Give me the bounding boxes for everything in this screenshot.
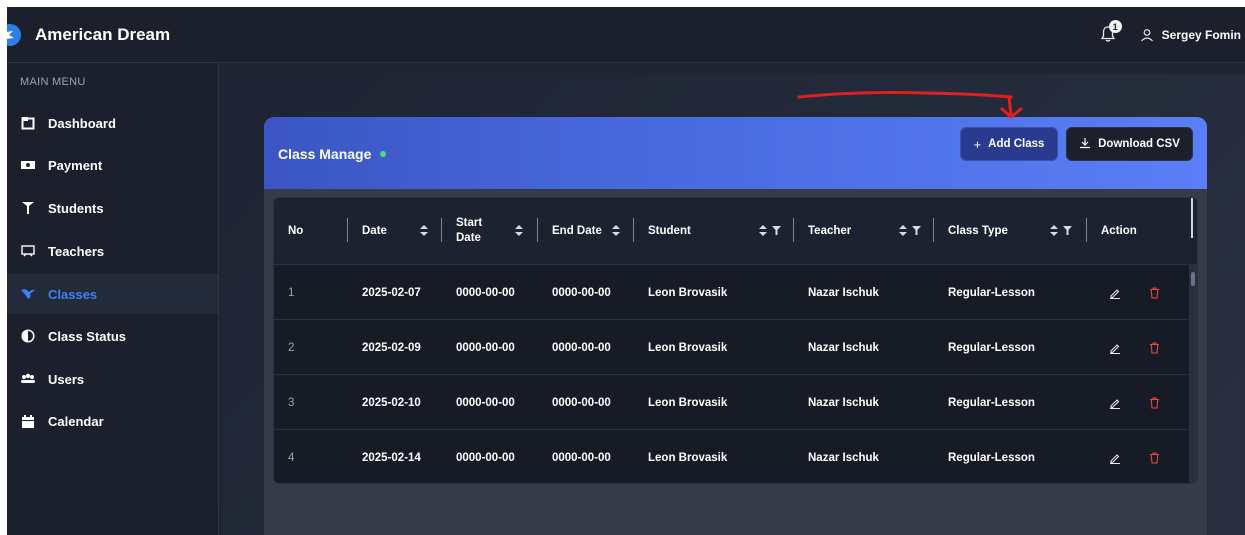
table-row[interactable]: 4 2025-02-14 0000-00-00 0000-00-00 Leon … — [274, 429, 1189, 483]
row-actions — [1087, 375, 1160, 430]
edit-icon[interactable] — [1109, 342, 1121, 354]
sidebar-item-label: Payment — [48, 157, 103, 173]
teachers-icon — [20, 243, 36, 259]
edit-icon[interactable] — [1109, 287, 1121, 299]
sidebar-item-label: Students — [48, 200, 104, 216]
class-table: No Date Start Date End Date Student Teac… — [273, 197, 1198, 484]
table-row[interactable]: 3 2025-02-10 0000-00-00 0000-00-00 Leon … — [274, 374, 1189, 429]
table-header: No Date Start Date End Date Student Teac… — [274, 198, 1197, 263]
sidebar-item-label: Teachers — [48, 243, 105, 259]
sidebar-item-label: Users — [48, 371, 85, 387]
notification-bell-icon[interactable]: 1 — [1100, 20, 1122, 45]
sort-icon[interactable] — [515, 225, 523, 236]
scrollbar-thumb[interactable] — [1191, 272, 1195, 286]
download-csv-button[interactable]: Download CSV — [1066, 127, 1193, 161]
class-manage-card: Class Manage + Add Class Download CSV No — [264, 117, 1207, 535]
sidebar-item-classes[interactable]: Classes — [7, 274, 218, 314]
sort-icon[interactable] — [420, 225, 428, 236]
annotation-arrow — [797, 91, 1023, 119]
delete-icon[interactable] — [1149, 451, 1160, 464]
column-header-teacher[interactable]: Teacher — [794, 198, 934, 263]
table-row[interactable]: 2 2025-02-09 0000-00-00 0000-00-00 Leon … — [274, 319, 1189, 374]
delete-icon[interactable] — [1149, 341, 1160, 354]
class-status-icon — [20, 328, 36, 344]
sort-filter-icons[interactable] — [759, 225, 781, 236]
filter-icon — [1063, 226, 1072, 235]
card-title: Class Manage — [278, 146, 387, 162]
sidebar-item-payment[interactable]: Payment — [7, 145, 218, 185]
payment-icon — [20, 157, 36, 173]
column-header-action: Action — [1101, 224, 1137, 237]
filter-icon — [772, 226, 781, 235]
column-header-end-date[interactable]: End Date — [538, 198, 634, 263]
header-scroll-edge — [1191, 198, 1193, 238]
row-actions — [1087, 265, 1160, 320]
sidebar: MAIN MENU Dashboard Payment Students Tea… — [7, 63, 219, 535]
calendar-icon — [20, 413, 36, 429]
students-icon — [20, 200, 36, 216]
column-header-class-type[interactable]: Class Type — [934, 198, 1087, 263]
table-scrollbar[interactable] — [1189, 264, 1197, 483]
sidebar-item-users[interactable]: Users — [7, 359, 218, 399]
dashboard-icon — [20, 115, 36, 131]
column-header-no[interactable]: No — [274, 198, 348, 263]
delete-icon[interactable] — [1149, 286, 1160, 299]
app-logo-icon — [7, 24, 21, 46]
classes-icon — [20, 286, 36, 302]
sidebar-item-label: Class Status — [48, 328, 127, 344]
sidebar-item-dashboard[interactable]: Dashboard — [7, 103, 218, 143]
sort-icon[interactable] — [612, 225, 620, 236]
sidebar-item-teachers[interactable]: Teachers — [7, 231, 218, 271]
sidebar-item-calendar[interactable]: Calendar — [7, 401, 218, 441]
delete-icon[interactable] — [1149, 396, 1160, 409]
user-name[interactable]: Sergey Fomin — [1162, 28, 1241, 42]
sidebar-item-class-status[interactable]: Class Status — [7, 316, 218, 356]
download-icon — [1079, 137, 1091, 152]
status-dot — [380, 151, 387, 157]
edit-icon[interactable] — [1109, 452, 1121, 464]
brand[interactable]: American Dream — [7, 7, 170, 63]
edit-icon[interactable] — [1109, 397, 1121, 409]
app-title: American Dream — [35, 25, 171, 44]
sidebar-item-label: Classes — [48, 286, 98, 302]
column-header-date[interactable]: Date — [348, 198, 442, 263]
add-class-button[interactable]: + Add Class — [960, 127, 1058, 161]
sidebar-item-students[interactable]: Students — [7, 188, 218, 228]
notification-badge: 1 — [1108, 20, 1122, 33]
plus-icon: + — [973, 136, 982, 152]
sidebar-item-label: Calendar — [48, 413, 104, 429]
column-header-student[interactable]: Student — [634, 198, 794, 263]
menu-caption: MAIN MENU — [20, 76, 86, 88]
users-icon — [20, 371, 36, 387]
sort-filter-icons[interactable] — [899, 225, 921, 236]
card-header: Class Manage + Add Class Download CSV — [264, 117, 1207, 189]
table-row[interactable]: 1 2025-02-07 0000-00-00 0000-00-00 Leon … — [274, 264, 1189, 319]
sort-filter-icons[interactable] — [1050, 225, 1072, 236]
sidebar-item-label: Dashboard — [48, 115, 116, 131]
row-actions — [1087, 320, 1160, 375]
top-header: American Dream 1 Sergey Fomin — [7, 7, 1245, 63]
filter-icon — [912, 226, 921, 235]
column-header-start-date[interactable]: Start Date — [442, 198, 538, 263]
user-icon — [1140, 29, 1153, 42]
row-actions — [1087, 430, 1160, 483]
app-window: American Dream 1 Sergey Fomin MAIN MENU … — [7, 7, 1245, 535]
